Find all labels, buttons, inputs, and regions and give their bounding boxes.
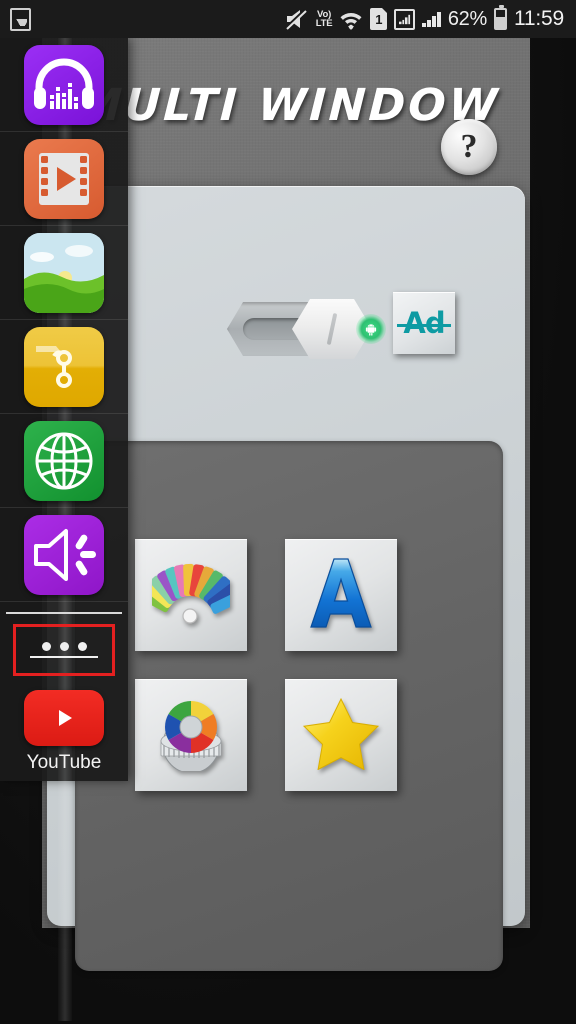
color-wheel-settings-button[interactable] bbox=[135, 679, 247, 791]
rate-button[interactable] bbox=[285, 679, 397, 791]
sidebar-item-video[interactable] bbox=[0, 132, 128, 226]
android-led-icon bbox=[356, 314, 386, 344]
sidebar-item-sound[interactable] bbox=[0, 508, 128, 602]
battery-percent: 62% bbox=[447, 7, 487, 30]
color-swatch-fan-icon bbox=[139, 558, 242, 633]
folder-pin-icon bbox=[24, 326, 104, 407]
volte-icon: Vo) LTE bbox=[315, 8, 333, 29]
sim1-icon: 1 bbox=[370, 8, 388, 30]
signal-boxed-icon bbox=[394, 8, 416, 30]
sidebar-item-label: YouTube bbox=[26, 752, 102, 773]
star-icon bbox=[302, 696, 380, 775]
sidebar-item-files[interactable] bbox=[0, 320, 128, 414]
font-button[interactable] bbox=[285, 539, 397, 651]
film-play-icon bbox=[24, 138, 104, 219]
more-underline bbox=[30, 656, 98, 658]
landscape-photo-icon bbox=[24, 232, 104, 313]
color-swatch-button[interactable] bbox=[135, 539, 247, 651]
headphones-equalizer-icon bbox=[24, 44, 104, 125]
ad-label: Ad bbox=[397, 306, 451, 340]
mute-icon bbox=[284, 8, 309, 30]
globe-icon bbox=[24, 420, 104, 501]
gallery-icon bbox=[10, 7, 31, 31]
status-bar-left bbox=[0, 7, 31, 31]
youtube-icon bbox=[24, 690, 104, 746]
sidebar-item-browser[interactable] bbox=[0, 414, 128, 508]
sidebar-item-youtube[interactable]: YouTube bbox=[0, 690, 128, 774]
sidebar-item-music[interactable] bbox=[0, 38, 128, 132]
signal-bars-icon bbox=[422, 11, 441, 27]
sidebar-item-gallery[interactable] bbox=[0, 226, 128, 320]
letter-a-icon bbox=[308, 556, 374, 635]
more-dots-icon bbox=[41, 642, 87, 651]
remove-ads-button[interactable]: Ad bbox=[393, 292, 455, 354]
sidebar-divider bbox=[6, 612, 122, 614]
options-grid bbox=[135, 539, 445, 791]
battery-icon bbox=[494, 5, 507, 30]
speaker-volume-icon bbox=[24, 514, 104, 595]
enable-toggle[interactable] bbox=[227, 299, 386, 359]
more-options-button[interactable] bbox=[13, 624, 115, 676]
multi-window-sidebar: YouTube bbox=[0, 38, 128, 1021]
help-button[interactable]: ? bbox=[441, 119, 497, 175]
options-panel bbox=[75, 441, 503, 971]
color-wheel-gear-icon bbox=[149, 695, 233, 776]
clock: 11:59 bbox=[514, 7, 564, 30]
page-title: MULTI WINDOW bbox=[76, 80, 502, 131]
status-bar: Vo) LTE 1 62% 11:59 bbox=[0, 0, 576, 38]
phone-screen: MULTI WINDOW ? Ad YouTube Vo) LTE 1 62% … bbox=[0, 0, 576, 1024]
wifi-icon bbox=[339, 8, 363, 30]
status-bar-right: Vo) LTE 1 62% 11:59 bbox=[284, 5, 576, 31]
